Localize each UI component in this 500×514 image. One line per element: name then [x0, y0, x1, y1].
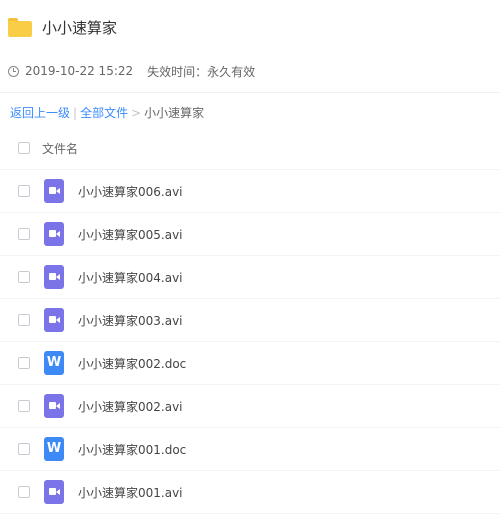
file-checkbox[interactable] — [18, 314, 30, 326]
video-file-icon — [44, 179, 64, 203]
share-header: 小小速算家 — [8, 14, 117, 40]
video-file-icon — [44, 394, 64, 418]
folder-title: 小小速算家 — [42, 18, 118, 37]
share-datetime: 2019-10-22 15:22 — [25, 64, 134, 78]
file-name[interactable]: 小小速算家004.avi — [78, 269, 183, 286]
file-checkbox[interactable] — [18, 357, 30, 369]
file-name[interactable]: 小小速算家002.avi — [78, 398, 183, 415]
video-file-icon — [44, 222, 64, 246]
file-row[interactable]: W 小小速算家002.doc — [0, 342, 500, 385]
file-checkbox[interactable] — [18, 486, 30, 498]
list-header: 文件名 — [0, 127, 500, 170]
folder-icon — [8, 17, 32, 37]
breadcrumb-arrow: > — [131, 105, 142, 120]
breadcrumb-current: 小小速算家 — [144, 106, 205, 120]
file-name[interactable]: 小小速算家003.avi — [78, 312, 183, 329]
file-checkbox[interactable] — [18, 443, 30, 455]
file-row[interactable]: 小小速算家003.avi — [0, 299, 500, 342]
file-row[interactable]: 小小速算家005.avi — [0, 213, 500, 256]
file-row[interactable]: 小小速算家004.avi — [0, 256, 500, 299]
clock-icon — [8, 65, 19, 77]
video-file-icon — [44, 265, 64, 289]
file-checkbox[interactable] — [18, 271, 30, 283]
file-name[interactable]: 小小速算家005.avi — [78, 226, 183, 243]
video-file-icon — [44, 480, 64, 504]
file-list: 文件名 小小速算家006.avi 小小速算家005.avi 小小速算家004.avi… — [0, 127, 500, 514]
file-name[interactable]: 小小速算家006.avi — [78, 183, 183, 200]
word-doc-icon: W — [44, 351, 64, 375]
file-name[interactable]: 小小速算家002.doc — [78, 355, 186, 372]
word-doc-icon: W — [44, 437, 64, 461]
file-row[interactable]: 小小速算家001.avi — [0, 471, 500, 514]
file-name[interactable]: 小小速算家001.doc — [78, 441, 186, 458]
file-row[interactable]: 小小速算家006.avi — [0, 170, 500, 213]
expiry-text: 失效时间：永久有效 — [147, 64, 256, 79]
video-file-icon — [44, 308, 64, 332]
file-row[interactable]: 小小速算家002.avi — [0, 385, 500, 428]
breadcrumb-divider: | — [73, 105, 78, 120]
breadcrumb: 返回上一级 | 全部文件 > 小小速算家 — [10, 104, 204, 121]
share-meta: 2019-10-22 15:22 失效时间：永久有效 — [8, 62, 255, 80]
file-name[interactable]: 小小速算家001.avi — [78, 484, 183, 501]
column-filename: 文件名 — [42, 141, 79, 156]
file-checkbox[interactable] — [18, 400, 30, 412]
divider — [0, 92, 500, 93]
back-link[interactable]: 返回上一级 — [10, 104, 70, 121]
file-row[interactable]: W 小小速算家001.doc — [0, 428, 500, 471]
all-files-link[interactable]: 全部文件 — [80, 104, 128, 121]
file-checkbox[interactable] — [18, 185, 30, 197]
file-checkbox[interactable] — [18, 228, 30, 240]
select-all-checkbox[interactable] — [18, 142, 30, 154]
